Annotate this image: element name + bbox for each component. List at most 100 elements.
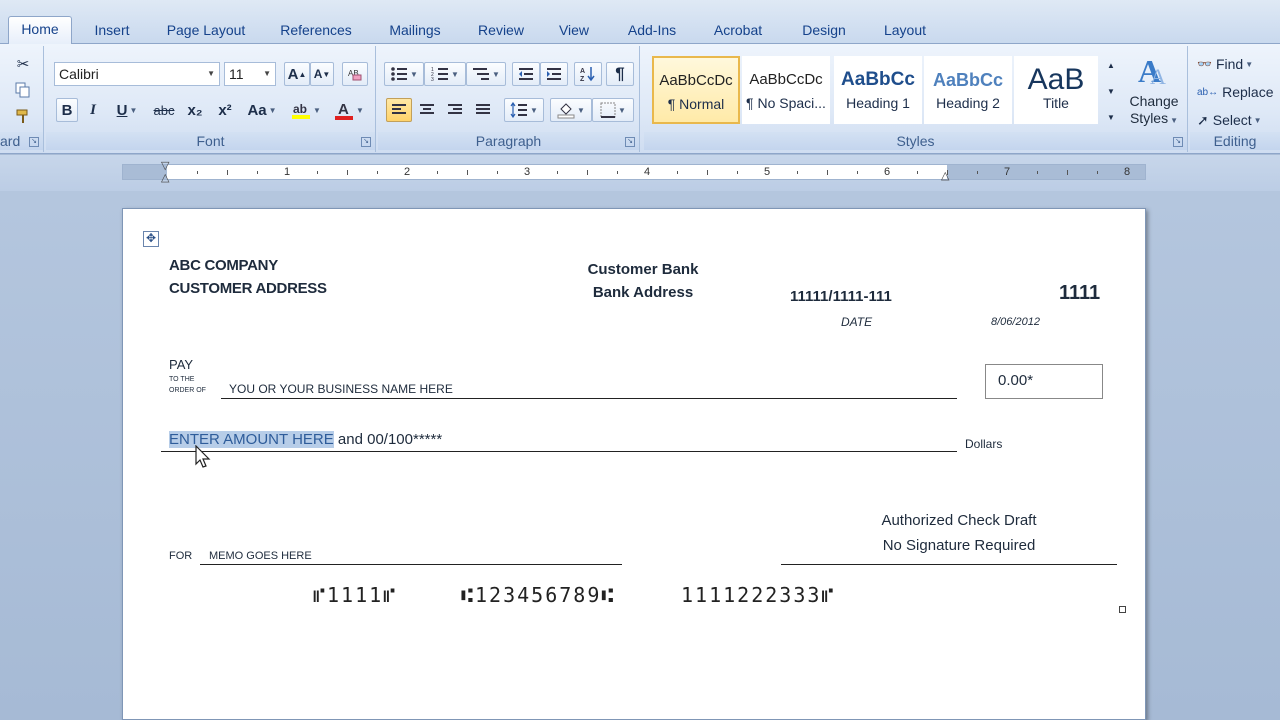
style-title[interactable]: AaB Title (1014, 56, 1098, 124)
horizontal-ruler[interactable]: 12345678 ▽ △ △ (122, 160, 1146, 184)
table-move-handle-icon[interactable]: ✥ (143, 231, 159, 247)
styles-scroll-down[interactable]: ▼ (1104, 80, 1118, 102)
check-number: 1111 (1059, 282, 1101, 304)
editing-group: 👓 Find ▼ ab↔ Replace ➚ Select ▼ Editing (1190, 46, 1280, 152)
format-painter-button[interactable] (12, 104, 34, 128)
tab-acrobat[interactable]: Acrobat (700, 18, 776, 44)
ruler-tick (497, 171, 498, 174)
align-right-button[interactable] (442, 98, 468, 122)
styles-scroll-up[interactable]: ▲ (1104, 54, 1118, 76)
tab-design[interactable]: Design (788, 18, 860, 44)
micr-routing-number: ⑆123456789⑆ (461, 583, 616, 607)
multilevel-list-button[interactable]: ▼ (466, 62, 506, 86)
sort-button[interactable]: AZ (574, 62, 602, 86)
clipboard-dialog-launcher[interactable]: ↘ (29, 137, 39, 147)
change-case-button[interactable]: Aa ▼ (244, 98, 280, 122)
memo-field[interactable]: MEMO GOES HERE (209, 550, 312, 562)
clear-formatting-button[interactable]: AB (342, 62, 368, 86)
font-dialog-launcher[interactable]: ↘ (361, 137, 371, 147)
tab-page-layout[interactable]: Page Layout (154, 18, 258, 44)
multilevel-list-icon (473, 68, 490, 80)
borders-button[interactable]: ▼ (592, 98, 634, 122)
tab-insert[interactable]: Insert (84, 18, 140, 44)
ruler-tick (557, 171, 558, 174)
grow-font-button[interactable]: A ▲ (284, 62, 310, 86)
copy-button[interactable] (12, 78, 34, 102)
tab-references[interactable]: References (270, 18, 362, 44)
highlighter-icon: ab (292, 102, 311, 119)
right-indent-marker[interactable]: △ (941, 169, 949, 182)
justify-button[interactable] (470, 98, 496, 122)
cut-button[interactable]: ✂ (12, 52, 34, 76)
shrink-font-button[interactable]: A ▼ (310, 62, 334, 86)
svg-text:A: A (338, 101, 349, 118)
style-sample: AaB (1027, 65, 1085, 95)
strikethrough-button[interactable]: abc (150, 98, 178, 122)
signature-line-2: No Signature Required (882, 537, 1036, 554)
paragraph-group-label: Paragraph (378, 132, 639, 150)
line-spacing-button[interactable]: ▼ (504, 98, 544, 122)
shading-button[interactable]: ▼ (550, 98, 592, 122)
change-styles-button[interactable]: AA Change Styles ▼ (1124, 50, 1184, 134)
ruler-tick (377, 171, 378, 174)
left-indent-marker[interactable]: △ (161, 171, 169, 184)
tab-home[interactable]: Home (8, 16, 72, 45)
font-family-combo[interactable]: Calibri ▼ (54, 62, 220, 86)
style-heading-1[interactable]: AaBbCc Heading 1 (834, 56, 922, 124)
tab-view[interactable]: View (548, 18, 600, 44)
font-size-combo[interactable]: 11 ▼ (224, 62, 276, 86)
ruler-number: 7 (1003, 166, 1011, 178)
styles-more[interactable]: ▼ (1104, 106, 1118, 128)
select-button[interactable]: ➚ Select ▼ (1196, 108, 1276, 132)
table-resize-handle[interactable] (1119, 606, 1126, 613)
replace-icon: ab↔ (1197, 86, 1219, 98)
align-center-button[interactable] (414, 98, 440, 122)
tab-add-ins[interactable]: Add-Ins (616, 18, 688, 44)
decrease-indent-button[interactable] (512, 62, 540, 86)
amount-box[interactable]: 0.00* (985, 364, 1103, 399)
paragraph-dialog-launcher[interactable]: ↘ (625, 137, 635, 147)
style-normal[interactable]: AaBbCcDc ¶ Normal (652, 56, 740, 124)
align-left-button[interactable] (386, 98, 412, 122)
find-button[interactable]: 👓 Find ▼ (1196, 52, 1276, 76)
binoculars-icon: 👓 (1197, 57, 1212, 71)
tab-review[interactable]: Review (468, 18, 534, 44)
styles-dialog-launcher[interactable]: ↘ (1173, 137, 1183, 147)
underline-button[interactable]: U ▼ (110, 98, 144, 122)
bullets-button[interactable]: ▼ (384, 62, 424, 86)
tab-mailings[interactable]: Mailings (376, 18, 454, 44)
shrink-font-icon: A (313, 67, 323, 81)
ruler-tick (587, 170, 588, 175)
ruler-number: 3 (523, 166, 531, 178)
document-page[interactable]: ✥ ABC COMPANY CUSTOMER ADDRESS Customer … (122, 208, 1146, 720)
underline-icon: U (116, 101, 128, 119)
font-color-button[interactable]: A ▼ (330, 98, 368, 122)
scissors-icon: ✂ (16, 56, 30, 73)
micr-account-number: 1111222333⑈ (681, 583, 836, 607)
highlight-color-button[interactable]: ab ▼ (286, 98, 326, 122)
routing-fraction: 11111/1111-111 (790, 288, 892, 305)
payee-field[interactable]: YOU OR YOUR BUSINESS NAME HERE (229, 382, 453, 396)
bullet-list-icon (391, 67, 408, 81)
style-name: ¶ No Spaci... (746, 95, 826, 111)
ruler-tick (1037, 171, 1038, 174)
increase-indent-button[interactable] (540, 62, 568, 86)
svg-text:3: 3 (431, 77, 434, 82)
numbering-button[interactable]: 1 2 3 ▼ (424, 62, 466, 86)
payee-line (221, 398, 957, 399)
superscript-button[interactable]: x² (212, 98, 238, 122)
bold-button[interactable]: B (56, 98, 78, 122)
change-styles-label-2: Styles ▼ (1129, 110, 1179, 126)
italic-button[interactable]: I (82, 98, 104, 122)
ruler-number: 2 (403, 166, 411, 178)
show-formatting-button[interactable]: ¶ (606, 62, 634, 86)
font-color-icon: A (335, 101, 354, 120)
replace-button[interactable]: ab↔ Replace (1196, 80, 1276, 104)
style-name: Heading 1 (846, 95, 910, 111)
style-name: ¶ Normal (667, 96, 725, 112)
subscript-button[interactable]: x₂ (182, 98, 208, 122)
style-no-spacing[interactable]: AaBbCcDc ¶ No Spaci... (742, 56, 830, 124)
ruler-tick (437, 171, 438, 174)
style-heading-2[interactable]: AaBbCc Heading 2 (924, 56, 1012, 124)
tab-layout[interactable]: Layout (872, 18, 938, 44)
